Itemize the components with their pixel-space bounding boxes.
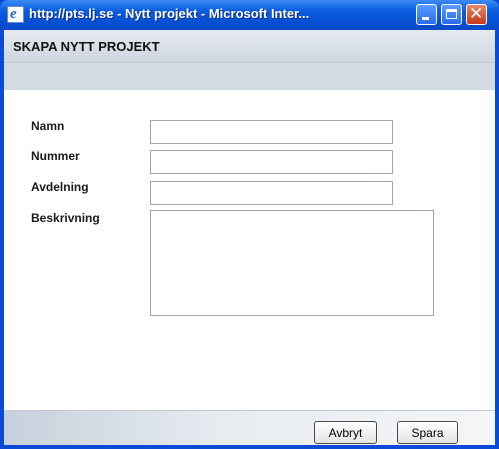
name-field[interactable] <box>150 120 393 144</box>
browser-popup-window: e http://pts.lj.se - Nytt projekt - Micr… <box>0 0 499 449</box>
minimize-button[interactable] <box>416 4 437 25</box>
save-button[interactable]: Spara <box>397 421 458 444</box>
name-label: Namn <box>31 119 65 133</box>
maximize-button[interactable] <box>441 4 462 25</box>
header-subbar <box>4 63 495 90</box>
ie-icon: e <box>7 6 24 23</box>
window-title: http://pts.lj.se - Nytt projekt - Micros… <box>29 6 310 21</box>
title-bar[interactable]: e http://pts.lj.se - Nytt projekt - Micr… <box>0 0 499 30</box>
project-form: Namn Nummer Avdelning Beskrivning <box>4 90 495 410</box>
description-label: Beskrivning <box>31 211 100 225</box>
maximize-icon <box>446 9 457 19</box>
minimize-icon <box>422 17 429 20</box>
number-label: Nummer <box>31 149 80 163</box>
page-header: SKAPA NYTT PROJEKT <box>4 30 495 63</box>
close-icon: ✕ <box>469 4 484 24</box>
cancel-button[interactable]: Avbryt <box>314 421 377 444</box>
department-label: Avdelning <box>31 180 89 194</box>
number-field[interactable] <box>150 150 393 174</box>
description-field[interactable] <box>150 210 434 316</box>
page-content: SKAPA NYTT PROJEKT Namn Nummer Avdelning… <box>4 30 495 445</box>
button-bar: Avbryt Spara <box>4 410 495 445</box>
page-title: SKAPA NYTT PROJEKT <box>13 39 160 54</box>
department-field[interactable] <box>150 181 393 205</box>
close-button[interactable]: ✕ <box>466 4 487 25</box>
